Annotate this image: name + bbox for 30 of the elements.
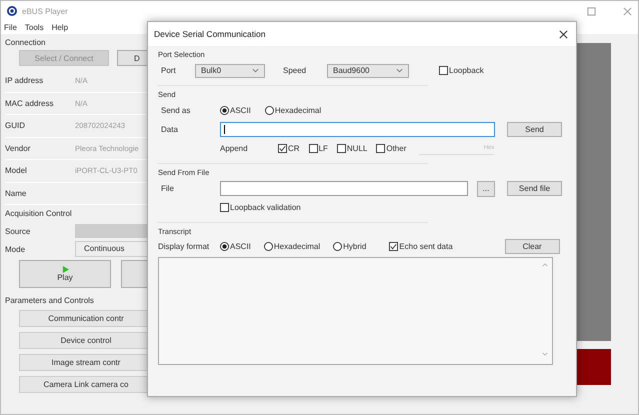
field-label: Speed bbox=[283, 66, 308, 75]
field-label: File bbox=[160, 184, 175, 193]
field-label: GUID bbox=[5, 115, 75, 138]
section-heading: Acquisition Control bbox=[5, 209, 73, 218]
checkbox-label: Other bbox=[386, 144, 406, 153]
checkbox-label: NULL bbox=[346, 144, 368, 153]
field-label: Model bbox=[5, 160, 75, 182]
section-heading: Connection bbox=[5, 38, 46, 47]
field-label: MAC address bbox=[5, 92, 75, 115]
app-title: eBUS Player bbox=[22, 6, 68, 16]
dialog-title: Device Serial Communication bbox=[154, 29, 266, 39]
field-label: Source bbox=[5, 226, 32, 236]
field-label: Data bbox=[160, 125, 179, 134]
radio-label: Hexadecimal bbox=[274, 106, 322, 115]
radio-label: ASCII bbox=[230, 242, 251, 250]
field-label: Display format bbox=[158, 242, 210, 250]
radio-label: ASCII bbox=[230, 106, 251, 115]
section-heading: Parameters and Controls bbox=[5, 296, 95, 305]
field-label: Mode bbox=[5, 244, 26, 254]
checkbox-label: Loopback bbox=[449, 66, 484, 75]
field-label: IP address bbox=[5, 70, 75, 92]
field-label: Name bbox=[5, 182, 75, 205]
checkbox-label: Echo sent data bbox=[399, 242, 453, 250]
checkbox-label: LF bbox=[318, 144, 328, 153]
radio-label: Hexadecimal bbox=[274, 242, 320, 250]
checkbox-label: Loopback validation bbox=[230, 203, 301, 212]
checkbox-label: CR bbox=[288, 144, 300, 153]
radio-label: Hybrid bbox=[343, 242, 366, 250]
field-label: Vendor bbox=[5, 138, 75, 160]
field-label: Send as bbox=[160, 106, 192, 115]
